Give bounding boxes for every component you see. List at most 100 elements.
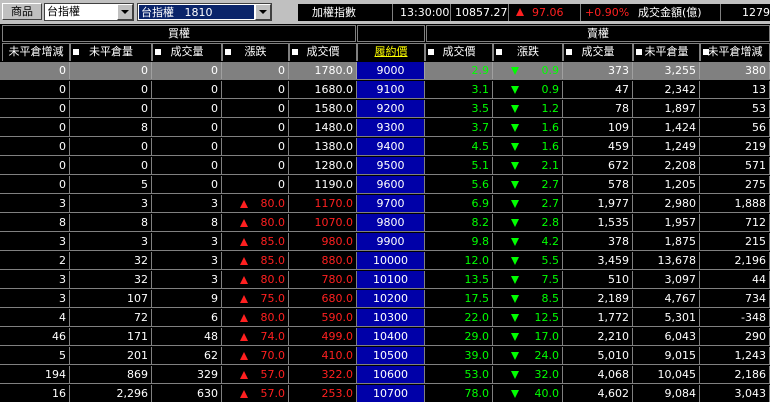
table-row[interactable]: 2 32 3 85.0 880.0 10000 12.0 5.5 3,459 13,678 2,19…: [0, 252, 770, 270]
put-volume-cell: 1,977: [563, 195, 633, 213]
column-header-put-change[interactable]: 漲跌: [493, 43, 563, 61]
strike-section-header: [357, 25, 425, 42]
put-price-value: 13.5: [464, 273, 490, 286]
table-row[interactable]: 0 0 0 0 1580.0 9200 3.5 1.2 78 1,897 53: [0, 100, 770, 118]
table-row[interactable]: 3 3 3 85.0 980.0 9900 9.8 4.2 378 1,875 215: [0, 233, 770, 251]
put-open-interest-cell: 6,043: [633, 328, 700, 346]
call-price-cell: 590.0: [289, 309, 357, 327]
put-change-cell: 12.5: [493, 309, 563, 327]
table-row[interactable]: 0 0 0 0 1380.0 9400 4.5 1.6 459 1,249 219: [0, 138, 770, 156]
put-oi-change-value: 219: [745, 140, 766, 153]
table-row[interactable]: 0 0 0 0 1680.0 9100 3.1 0.9 47 2,342 13: [0, 81, 770, 99]
table-row[interactable]: 194 869 329 57.0 322.0 10600 53.0 32.0 4,068 10,0…: [0, 366, 770, 384]
strike-price-value: 10500: [373, 349, 408, 362]
column-header-put-open-interest[interactable]: 未平倉量: [633, 43, 700, 61]
column-header-call-open-interest[interactable]: 未平倉量: [70, 43, 152, 61]
put-price-cell: 53.0: [425, 366, 493, 384]
table-row[interactable]: 8 8 8 80.0 1070.0 9800 8.2 2.8 1,535 1,957 712: [0, 214, 770, 232]
put-volume-value: 2,189: [597, 292, 630, 305]
put-change-cell: 2.8: [493, 214, 563, 232]
put-open-interest-cell: 2,208: [633, 157, 700, 175]
strike-price-value: 10700: [373, 387, 408, 400]
put-volume-value: 2,210: [597, 330, 630, 343]
table-row[interactable]: 0 8 0 0 1480.0 9300 3.7 1.6 109 1,424 56: [0, 119, 770, 137]
put-oi-change-value: 2,186: [734, 368, 767, 381]
column-header-put-oi-change[interactable]: 未平倉增減: [700, 43, 770, 61]
table-row[interactable]: 0 5 0 0 1190.0 9600 5.6 2.7 578 1,205 275: [0, 176, 770, 194]
contract-month-value: 台指權 1810: [139, 5, 254, 19]
column-header-label: 未平倉增減: [8, 45, 64, 58]
call-change-value: 70.0: [260, 349, 286, 362]
call-oi-change-value: 16: [52, 387, 66, 400]
call-volume-value: 3: [211, 273, 218, 286]
call-volume-value: 630: [197, 387, 218, 400]
column-header-call-oi-change[interactable]: 未平倉增減: [2, 43, 70, 61]
put-oi-change-value: 1,243: [734, 349, 767, 362]
put-open-interest-cell: 1,249: [633, 138, 700, 156]
put-open-interest-cell: 1,897: [633, 100, 700, 118]
put-price-value: 2.9: [471, 64, 490, 77]
call-open-interest-cell: 8: [70, 119, 152, 137]
table-row[interactable]: 3 32 3 80.0 780.0 10100 13.5 7.5 510 3,097 44: [0, 271, 770, 289]
call-open-interest-value: 8: [141, 121, 148, 134]
put-change-value: 12.5: [534, 311, 560, 324]
table-row[interactable]: 3 3 3 80.0 1170.0 9700 6.9 2.7 1,977 2,980 1,888: [0, 195, 770, 213]
put-volume-value: 510: [608, 273, 629, 286]
call-oi-change-cell: 0: [2, 100, 70, 118]
call-open-interest-cell: 32: [70, 252, 152, 270]
call-price-cell: 1170.0: [289, 195, 357, 213]
put-price-value: 9.8: [471, 235, 490, 248]
table-row[interactable]: 3 107 9 75.0 680.0 10200 17.5 8.5 2,189 4,767 734: [0, 290, 770, 308]
put-price-value: 78.0: [464, 387, 490, 400]
contract-month-select[interactable]: 台指權 1810: [137, 3, 272, 21]
up-triangle-icon: [240, 390, 248, 398]
sort-marker-icon: [428, 49, 434, 55]
column-header-call-volume[interactable]: 成交量: [152, 43, 222, 61]
put-open-interest-cell: 10,045: [633, 366, 700, 384]
column-header-put-volume[interactable]: 成交量: [563, 43, 633, 61]
call-change-cell: 85.0: [222, 252, 289, 270]
put-volume-value: 1,772: [597, 311, 630, 324]
put-open-interest-cell: 1,957: [633, 214, 700, 232]
table-row[interactable]: 0 0 0 0 1780.0 9000 2.9 0.9 373 3,255 380: [0, 62, 770, 80]
product-select[interactable]: 台指權: [44, 3, 134, 21]
put-change-cell: 1.2: [493, 100, 563, 118]
column-header-label: 成交量: [581, 45, 615, 58]
call-change-cell: 80.0: [222, 271, 289, 289]
column-header-call-price[interactable]: 成交價: [289, 43, 357, 61]
table-row[interactable]: 46 171 48 74.0 499.0 10400 29.0 17.0 2,210 6,043 2…: [0, 328, 770, 346]
call-price-value: 680.0: [321, 292, 354, 305]
turnover-value: 1279: [742, 6, 770, 19]
table-row[interactable]: 16 2,296 630 57.0 253.0 10700 78.0 40.0 4,602 9,0…: [0, 385, 770, 402]
column-header-strike-price[interactable]: 履約價: [357, 43, 425, 61]
down-triangle-icon: [511, 314, 519, 322]
put-price-cell: 12.0: [425, 252, 493, 270]
call-open-interest-cell: 0: [70, 157, 152, 175]
call-volume-value: 62: [204, 349, 218, 362]
call-oi-change-value: 4: [59, 311, 66, 324]
put-oi-change-cell: 53: [700, 100, 770, 118]
call-price-value: 1680.0: [314, 83, 354, 96]
put-oi-change-cell: 13: [700, 81, 770, 99]
down-triangle-icon: [511, 124, 519, 132]
index-quote-bar: 加權指數 13:30:00 10857.27 97.06 +0.90% 成交金額…: [298, 4, 770, 21]
call-volume-value: 9: [211, 292, 218, 305]
put-oi-change-cell: 219: [700, 138, 770, 156]
put-price-cell: 29.0: [425, 328, 493, 346]
table-row[interactable]: 4 72 6 80.0 590.0 10300 22.0 12.5 1,772 5,301 -348: [0, 309, 770, 327]
call-oi-change-value: 0: [59, 83, 66, 96]
call-change-value: 75.0: [260, 292, 286, 305]
put-price-cell: 78.0: [425, 385, 493, 402]
put-oi-change-cell: 1,888: [700, 195, 770, 213]
column-header-call-change[interactable]: 漲跌: [222, 43, 289, 61]
table-row[interactable]: 5 201 62 70.0 410.0 10500 39.0 24.0 5,010 9,015 1,…: [0, 347, 770, 365]
chevron-down-icon[interactable]: [117, 4, 133, 20]
row-divider: [0, 326, 770, 327]
table-row[interactable]: 0 0 0 0 1280.0 9500 5.1 2.1 672 2,208 571: [0, 157, 770, 175]
quote-divider: [720, 4, 721, 21]
chevron-down-icon[interactable]: [255, 4, 271, 20]
column-header-put-price[interactable]: 成交價: [425, 43, 493, 61]
put-price-cell: 8.2: [425, 214, 493, 232]
put-open-interest-value: 2,342: [664, 83, 697, 96]
put-volume-value: 672: [608, 159, 629, 172]
